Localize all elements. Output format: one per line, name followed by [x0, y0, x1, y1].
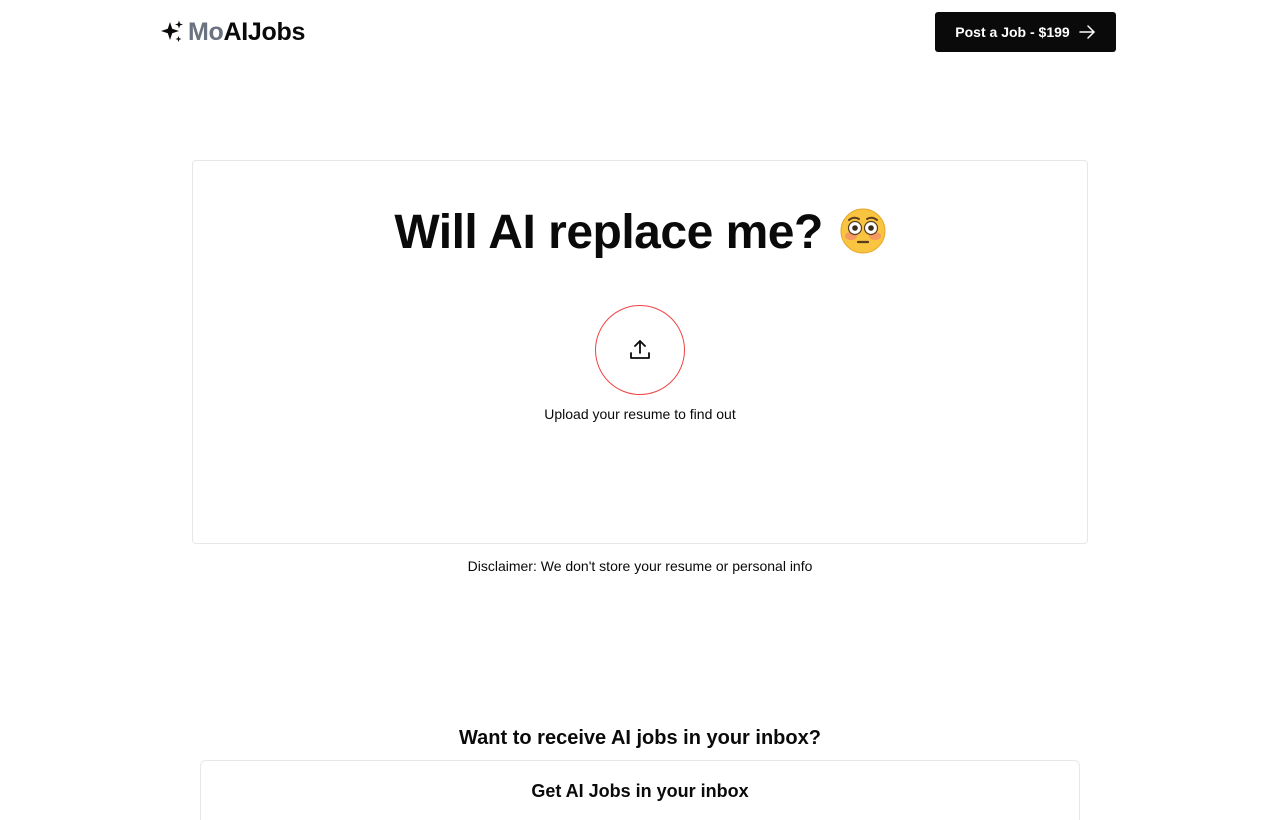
logo-text-mo: Mo	[188, 18, 224, 46]
newsletter-card-title: Get AI Jobs in your inbox	[531, 781, 749, 801]
site-logo[interactable]: MoAIJobs	[159, 17, 305, 47]
post-job-button-label: Post a Job - $199	[955, 24, 1070, 40]
logo-text: MoAIJobs	[188, 17, 305, 47]
disclaimer-text: Disclaimer: We don't store your resume o…	[467, 558, 813, 574]
resume-upload-card: Will AI replace me? Upload your resume t…	[192, 160, 1088, 544]
upload-resume-button[interactable]	[595, 305, 685, 395]
upload-label: Upload your resume to find out	[544, 406, 736, 422]
hero-title-text: Will AI replace me?	[394, 206, 823, 259]
arrow-right-icon	[1078, 23, 1096, 41]
post-job-button[interactable]: Post a Job - $199	[935, 12, 1116, 52]
hero-title: Will AI replace me?	[193, 203, 1087, 263]
upload-icon	[628, 338, 652, 362]
newsletter-card: Get AI Jobs in your inbox	[200, 760, 1080, 820]
sparkles-icon	[159, 19, 185, 45]
newsletter-heading: Want to receive AI jobs in your inbox?	[459, 727, 821, 749]
site-header: MoAIJobs Post a Job - $199	[0, 0, 1280, 64]
logo-text-aijobs: AIJobs	[223, 18, 306, 46]
flushed-face-emoji-icon	[840, 208, 886, 254]
